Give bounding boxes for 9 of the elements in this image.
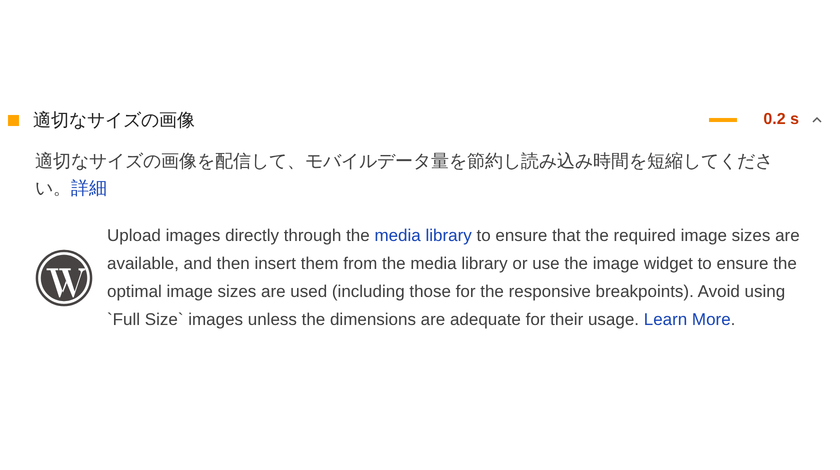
stack-pack-text: Upload images directly through the media library to ensure that the required image sizes are available, and then insert them from the media library or use the image widget to ensure the optimal image sizes are used (including those for the responsive breakpoints). Avoid using `Full Size` images unless the dimensions are adequate for their usage. Learn More. <box>107 225 801 331</box>
text-link[interactable]: media library <box>374 226 472 245</box>
chevron-up-icon[interactable] <box>811 116 823 124</box>
audit-value: 0.2 s <box>763 111 799 129</box>
audit-description: 適切なサイズの画像を配信して、モバイルデータ量を節約し読み込み時間を短縮してください。詳細 <box>35 150 774 200</box>
audit-title: 適切なサイズの画像 <box>33 109 196 132</box>
wordpress-logo-icon <box>35 249 93 307</box>
text-link[interactable]: 詳細 <box>71 178 107 198</box>
text-link[interactable]: Learn More <box>644 310 731 329</box>
